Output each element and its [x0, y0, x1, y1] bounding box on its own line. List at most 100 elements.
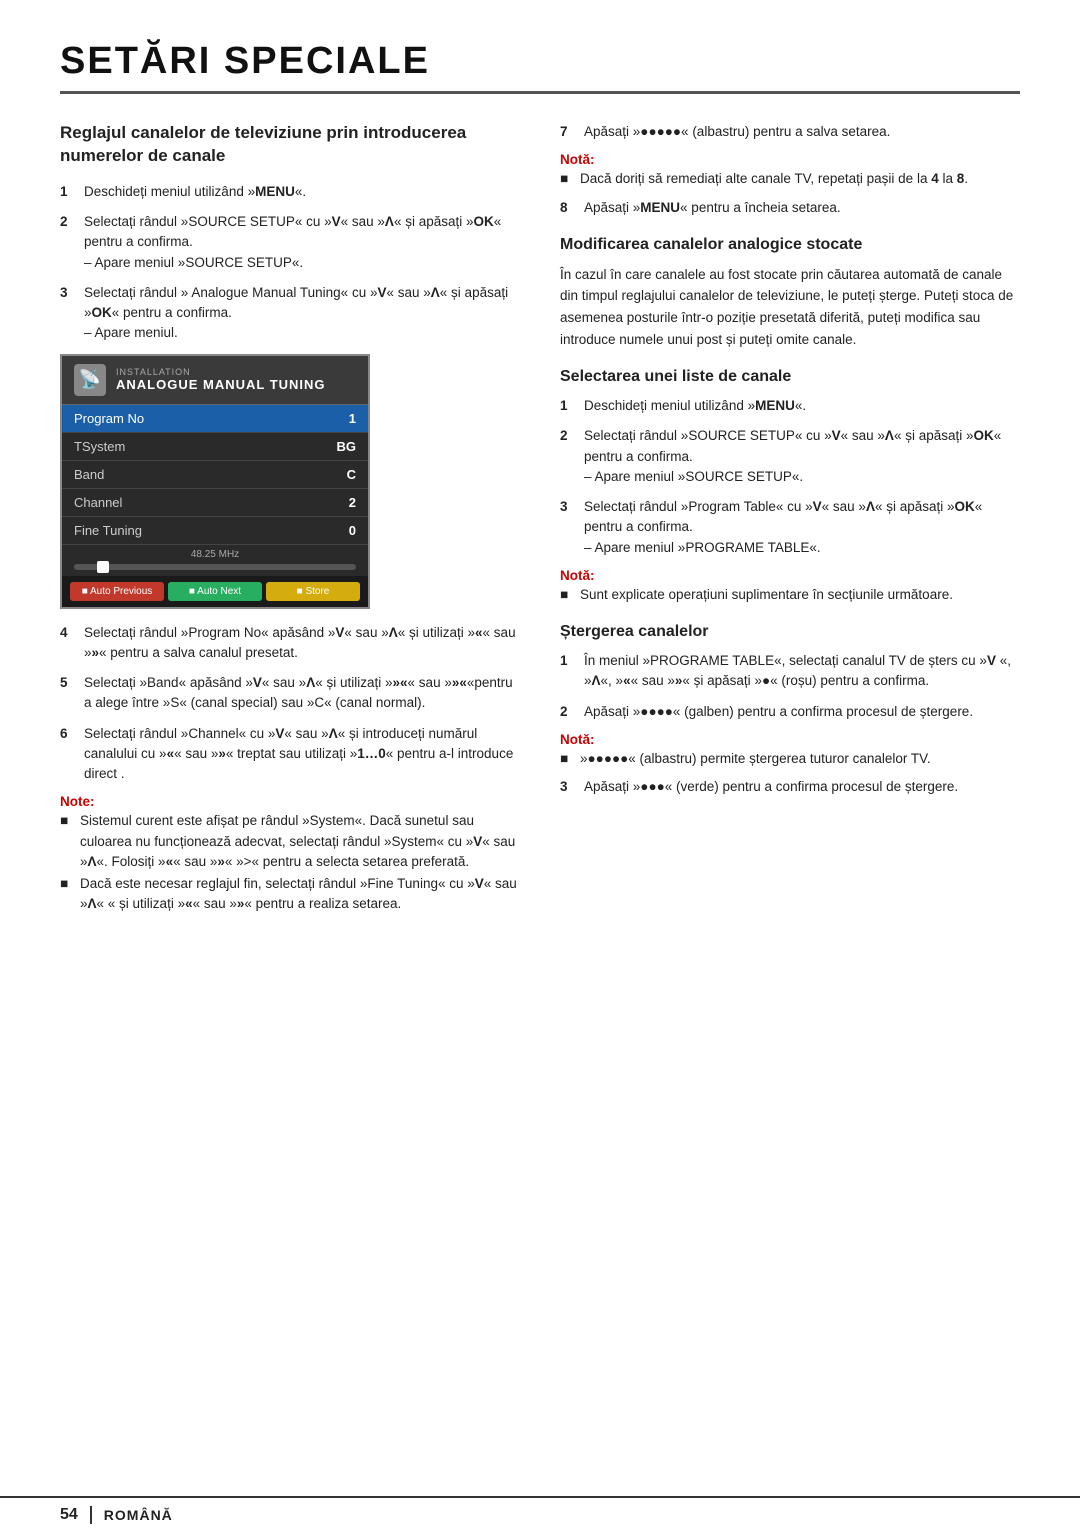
note-text: Sunt explicate operațiuni suplimentare î…	[580, 585, 953, 605]
step-number: 4	[60, 623, 76, 664]
step-number: 3	[560, 497, 576, 558]
row-value: 1	[271, 405, 368, 433]
row-label: Band	[62, 460, 271, 488]
step-text: Selectați rândul »Channel« cu »V« sau »Λ…	[84, 724, 520, 785]
step-number: 5	[60, 673, 76, 714]
step-text: În meniul »PROGRAME TABLE«, selectați ca…	[584, 651, 1020, 692]
list-item: 3 Selectați rândul » Analogue Manual Tun…	[60, 283, 520, 344]
section1-title: Reglajul canalelor de televiziune prin i…	[60, 122, 520, 168]
row-label: Fine Tuning	[62, 516, 271, 544]
step-text: Apăsați »MENU« pentru a încheia setarea.	[584, 198, 841, 218]
right-steps-list: 7 Apăsați »●●●●●« (albastru) pentru a sa…	[560, 122, 1020, 142]
menu-sub-title: INSTALLATION	[116, 367, 326, 377]
step-text: Selectați rândul »SOURCE SETUP« cu »V« s…	[84, 212, 520, 273]
footer-bar: 54 ROMÂNĂ	[0, 1496, 1080, 1532]
bullet-icon: ■	[60, 811, 74, 872]
step3-delete-list: 3 Apăsați »●●●« (verde) pentru a confirm…	[560, 777, 1020, 797]
menu-main-title: ANALOGUE MANUAL TUNING	[116, 377, 326, 392]
bullet-icon: ■	[560, 169, 574, 189]
nota-label: Notă:	[560, 732, 1020, 747]
nota2-box: Notă: ■ Sunt explicate operațiuni suplim…	[560, 568, 1020, 605]
table-row: TSystem BG	[62, 432, 368, 460]
menu-header-text: INSTALLATION ANALOGUE MANUAL TUNING	[116, 367, 326, 392]
nota-label: Notă:	[560, 152, 1020, 167]
nota3-box: Notă: ■ »●●●●●« (albastru) permite șterg…	[560, 732, 1020, 769]
menu-buttons: ■ Auto Previous ■ Auto Next ■ Store	[62, 576, 368, 607]
row-label: Channel	[62, 488, 271, 516]
step-text: Deschideți meniul utilizând »MENU«.	[584, 396, 806, 416]
steps-continued-list: 4 Selectați rândul »Program No« apăsând …	[60, 623, 520, 785]
row-label: TSystem	[62, 432, 271, 460]
table-row: Program No 1	[62, 405, 368, 433]
list-item: 2 Apăsați »●●●●« (galben) pentru a confi…	[560, 702, 1020, 722]
subsection1-steps: 1 Deschideți meniul utilizând »MENU«. 2 …	[560, 396, 1020, 558]
step-text: Apăsați »●●●●« (galben) pentru a confirm…	[584, 702, 973, 722]
list-item: 1 Deschideți meniul utilizând »MENU«.	[560, 396, 1020, 416]
step-text: Apăsați »●●●« (verde) pentru a confirma …	[584, 777, 958, 797]
step-number: 7	[560, 122, 576, 142]
note-item: ■ Sunt explicate operațiuni suplimentare…	[560, 585, 1020, 605]
menu-icon: 📡	[74, 364, 106, 396]
list-item: 1 Deschideți meniul utilizând »MENU«.	[60, 182, 520, 202]
step-text: Selectați »Band« apăsând »V« sau »Λ« și …	[84, 673, 520, 714]
table-row: Band C	[62, 460, 368, 488]
freq-display: 48.25 MHz	[62, 545, 368, 562]
step-text: Apăsați »●●●●●« (albastru) pentru a salv…	[584, 122, 890, 142]
step-text: Selectați rândul »SOURCE SETUP« cu »V« s…	[584, 426, 1020, 487]
note-item: ■ Sistemul curent este afișat pe rândul …	[60, 811, 520, 872]
list-item: 1 În meniul »PROGRAME TABLE«, selectați …	[560, 651, 1020, 692]
table-row: Channel 2	[62, 488, 368, 516]
list-item: 3 Selectați rândul »Program Table« cu »V…	[560, 497, 1020, 558]
step-number: 1	[560, 651, 576, 692]
step-number: 6	[60, 724, 76, 785]
note-box: Note: ■ Sistemul curent este afișat pe r…	[60, 794, 520, 914]
nota1-box: Notă: ■ Dacă doriți să remediați alte ca…	[560, 152, 1020, 189]
note-label: Note:	[60, 794, 520, 809]
slider-track	[74, 564, 356, 570]
step-number: 8	[560, 198, 576, 218]
step-number: 2	[60, 212, 76, 273]
bullet-icon: ■	[60, 874, 74, 915]
step-text: Selectați rândul » Analogue Manual Tunin…	[84, 283, 520, 344]
auto-previous-button[interactable]: ■ Auto Previous	[70, 582, 164, 601]
list-item: 8 Apăsați »MENU« pentru a încheia setare…	[560, 198, 1020, 218]
row-value: 2	[271, 488, 368, 516]
list-item: 2 Selectați rândul »SOURCE SETUP« cu »V«…	[560, 426, 1020, 487]
store-button[interactable]: ■ Store	[266, 582, 360, 601]
row-label: Program No	[62, 405, 271, 433]
note-text: »●●●●●« (albastru) permite ștergerea tut…	[580, 749, 931, 769]
tv-menu-box: 📡 INSTALLATION ANALOGUE MANUAL TUNING Pr…	[60, 354, 370, 609]
subsection2-steps: 1 În meniul »PROGRAME TABLE«, selectați …	[560, 651, 1020, 722]
steps-list: 1 Deschideți meniul utilizând »MENU«. 2 …	[60, 182, 520, 344]
auto-next-button[interactable]: ■ Auto Next	[168, 582, 262, 601]
left-column: Reglajul canalelor de televiziune prin i…	[60, 122, 520, 923]
list-item: 4 Selectați rândul »Program No« apăsând …	[60, 623, 520, 664]
slider-thumb	[97, 561, 109, 573]
note-text: Dacă este necesar reglajul fin, selectaț…	[80, 874, 520, 915]
list-item: 6 Selectați rândul »Channel« cu »V« sau …	[60, 724, 520, 785]
list-item: 7 Apăsați »●●●●●« (albastru) pentru a sa…	[560, 122, 1020, 142]
footer-language: ROMÂNĂ	[104, 1507, 173, 1523]
slider-row	[62, 562, 368, 576]
section2-title: Modificarea canalelor analogice stocate	[560, 236, 1020, 254]
section2-description: În cazul în care canalele au fost stocat…	[560, 264, 1020, 350]
step-number: 1	[60, 182, 76, 202]
menu-header: 📡 INSTALLATION ANALOGUE MANUAL TUNING	[62, 356, 368, 405]
footer-page-number: 54	[60, 1506, 92, 1524]
step-text: Selectați rândul »Program Table« cu »V« …	[584, 497, 1020, 558]
right-steps-list-2: 8 Apăsați »MENU« pentru a încheia setare…	[560, 198, 1020, 218]
note-item: ■ »●●●●●« (albastru) permite ștergerea t…	[560, 749, 1020, 769]
step-number: 2	[560, 702, 576, 722]
subsection1-title: Selectarea unei liste de canale	[560, 368, 1020, 386]
note-text: Sistemul curent este afișat pe rândul »S…	[80, 811, 520, 872]
list-item: 3 Apăsați »●●●« (verde) pentru a confirm…	[560, 777, 1020, 797]
step-number: 3	[60, 283, 76, 344]
row-value: BG	[271, 432, 368, 460]
note-item: ■ Dacă este necesar reglajul fin, select…	[60, 874, 520, 915]
subsection2-title: Ștergerea canalelor	[560, 623, 1020, 641]
bullet-icon: ■	[560, 585, 574, 605]
note-text: Dacă doriți să remediați alte canale TV,…	[580, 169, 968, 189]
nota-label: Notă:	[560, 568, 1020, 583]
bullet-icon: ■	[560, 749, 574, 769]
list-item: 2 Selectați rândul »SOURCE SETUP« cu »V«…	[60, 212, 520, 273]
